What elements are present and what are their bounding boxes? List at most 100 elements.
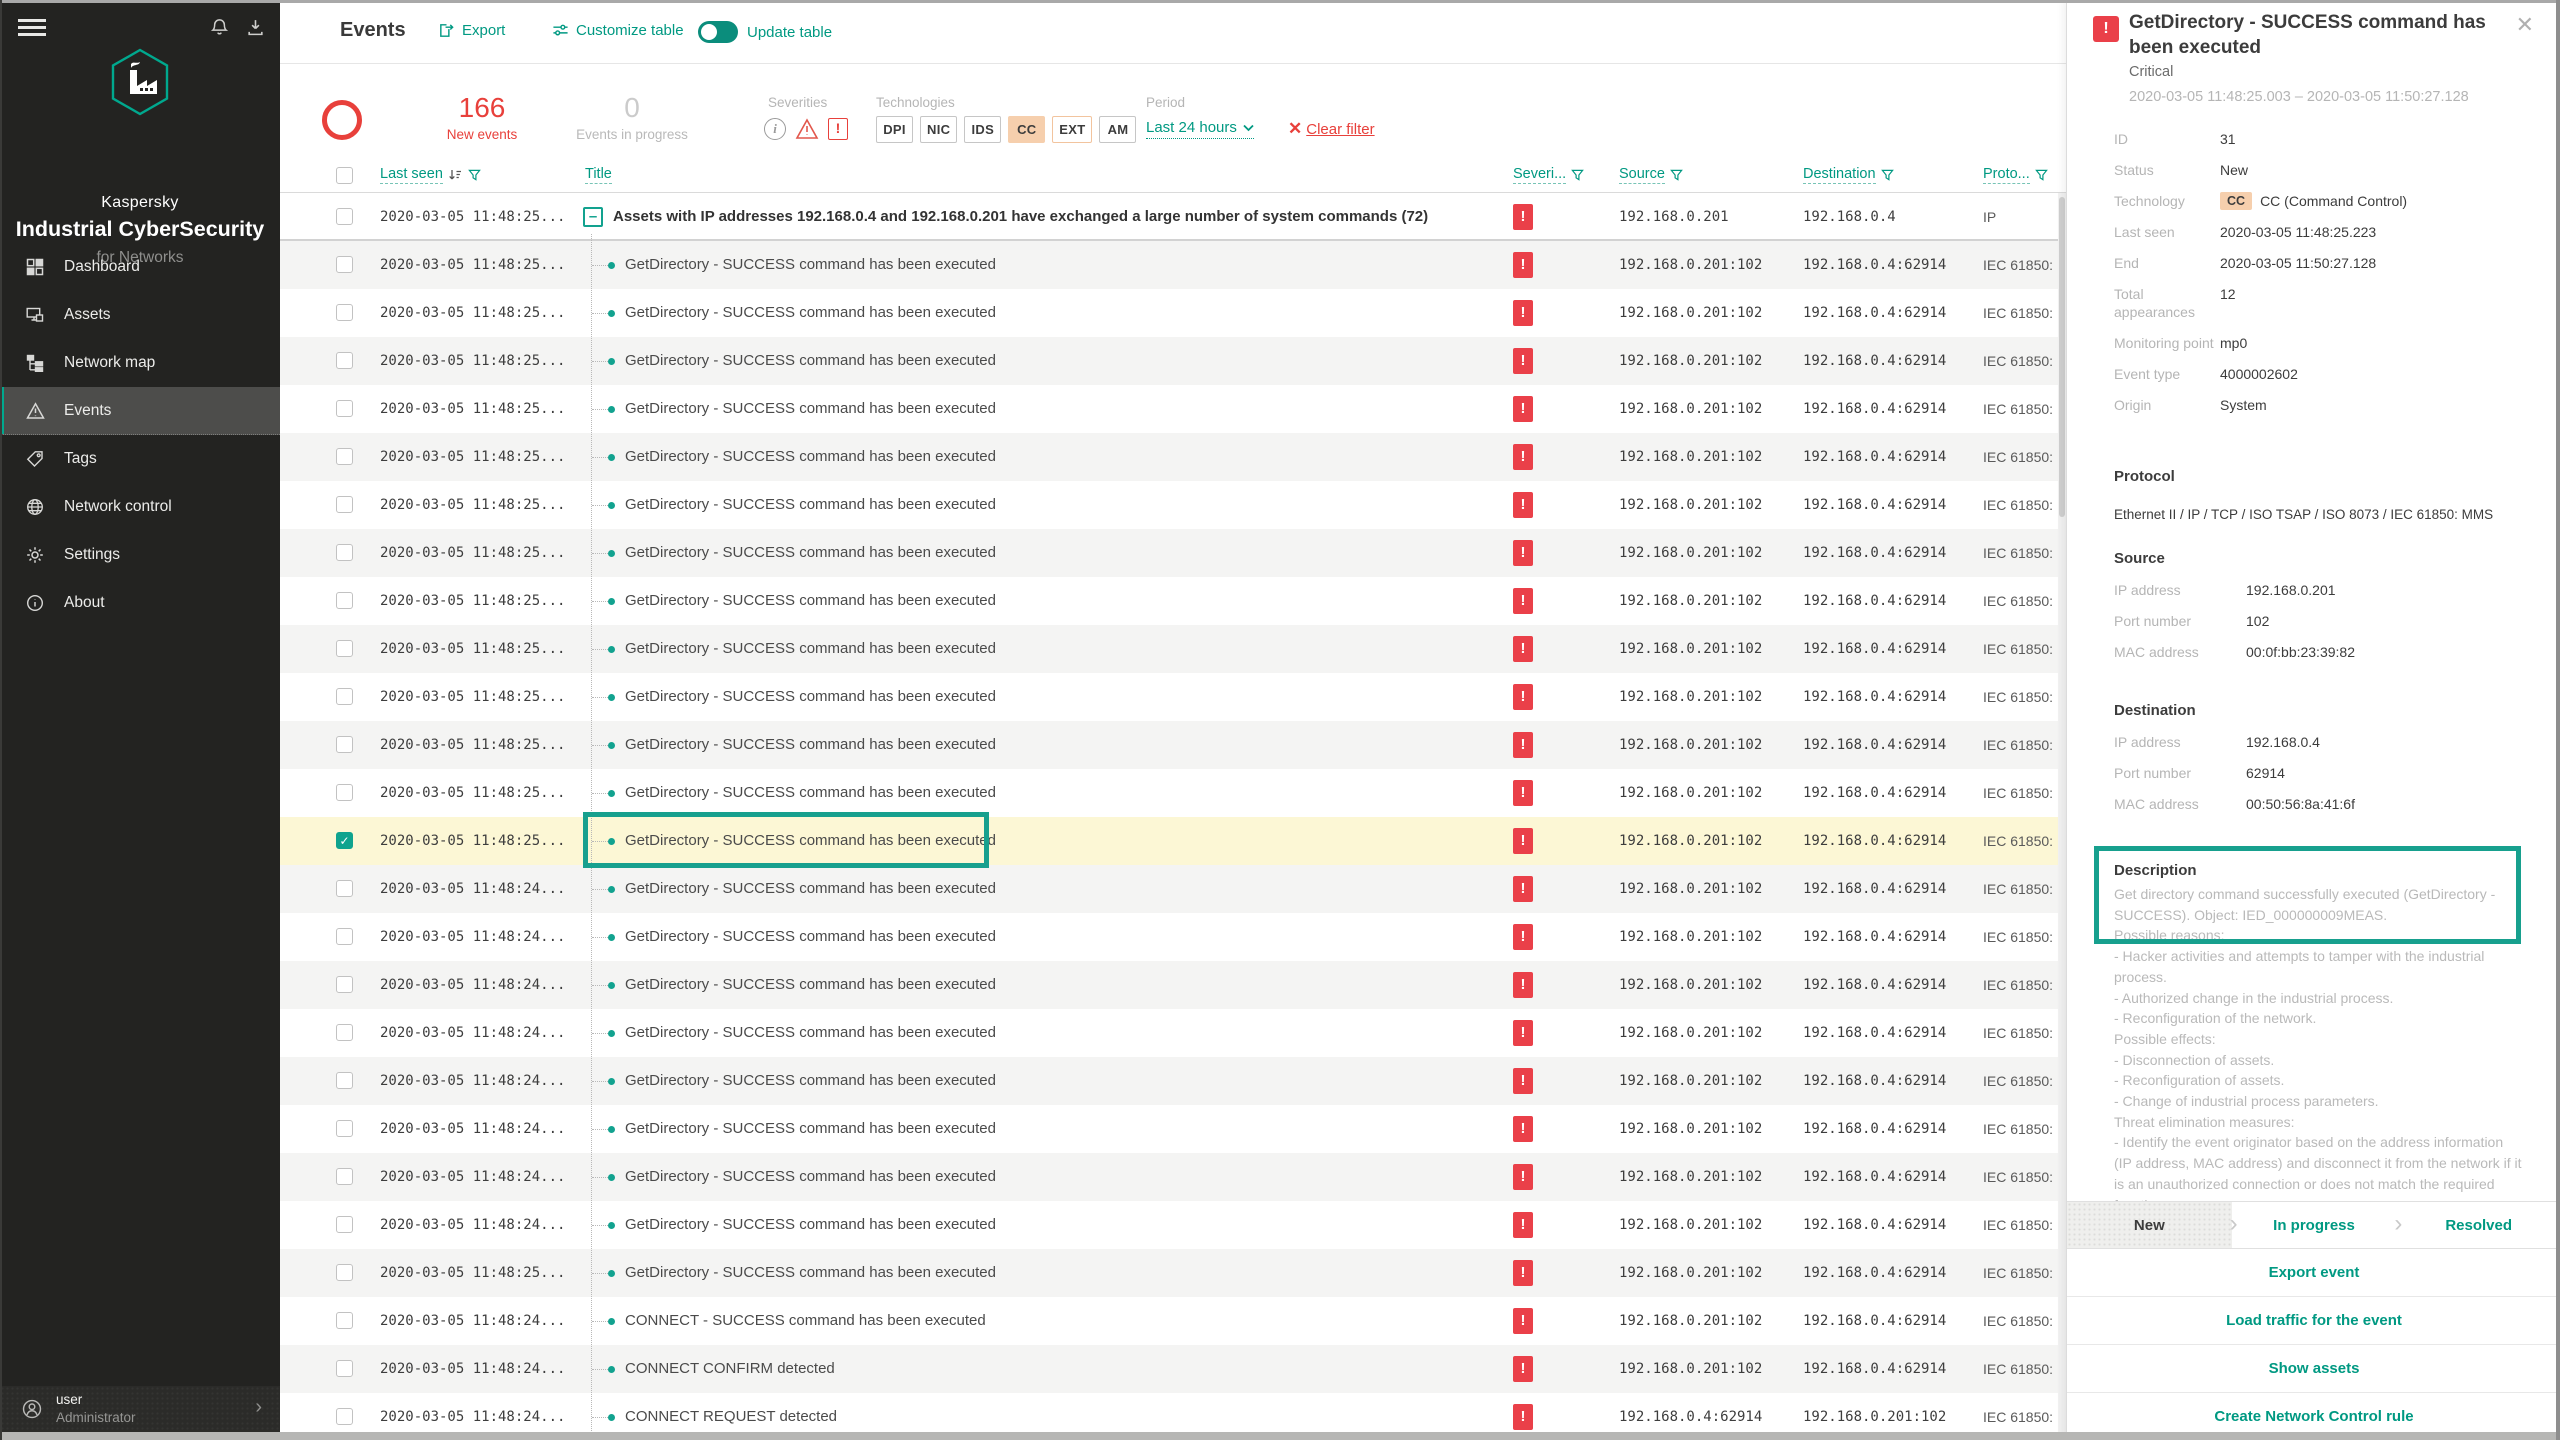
window-scrollbar-bottom[interactable]: [0, 1432, 2560, 1440]
row-checkbox[interactable]: [336, 1408, 353, 1425]
column-title[interactable]: Title: [585, 166, 612, 184]
technology-badge-cc[interactable]: CC: [1008, 116, 1045, 143]
row-checkbox[interactable]: [336, 256, 353, 273]
action-button-export-event[interactable]: Export event: [2067, 1249, 2560, 1297]
status-tab-resolved[interactable]: Resolved: [2396, 1202, 2560, 1248]
filter-funnel-icon[interactable]: [2035, 169, 2048, 182]
filter-funnel-icon[interactable]: [1670, 169, 1683, 182]
table-row[interactable]: 2020-03-05 11:48:24...GetDirectory - SUC…: [280, 1009, 2066, 1057]
toggle-switch-icon[interactable]: [698, 21, 738, 43]
column-severity[interactable]: Severi...: [1513, 166, 1584, 184]
row-checkbox[interactable]: [336, 784, 353, 801]
table-row[interactable]: 2020-03-05 11:48:24...GetDirectory - SUC…: [280, 1153, 2066, 1201]
severity-critical-icon[interactable]: !: [828, 118, 848, 140]
customize-table-button[interactable]: Customize table: [552, 22, 684, 39]
technology-badge-dpi[interactable]: DPI: [876, 116, 913, 143]
sort-descending-icon[interactable]: [448, 168, 463, 183]
table-row[interactable]: 2020-03-05 11:48:25...GetDirectory - SUC…: [280, 337, 2066, 385]
table-row[interactable]: 2020-03-05 11:48:25...GetDirectory - SUC…: [280, 433, 2066, 481]
hamburger-menu-icon[interactable]: [18, 19, 46, 37]
technology-badge-ids[interactable]: IDS: [964, 116, 1001, 143]
sidebar-item-tags[interactable]: Tags: [0, 435, 280, 483]
row-checkbox[interactable]: ✓: [336, 832, 353, 849]
table-row[interactable]: 2020-03-05 11:48:24...GetDirectory - SUC…: [280, 1057, 2066, 1105]
table-row-group[interactable]: 2020-03-05 11:48:25...–Assets with IP ad…: [280, 193, 2066, 241]
table-row[interactable]: 2020-03-05 11:48:25...GetDirectory - SUC…: [280, 577, 2066, 625]
table-row[interactable]: ✓2020-03-05 11:48:25...GetDirectory - SU…: [280, 817, 2066, 865]
row-checkbox[interactable]: [336, 1072, 353, 1089]
table-row[interactable]: 2020-03-05 11:48:25...GetDirectory - SUC…: [280, 289, 2066, 337]
column-source[interactable]: Source: [1619, 166, 1683, 184]
table-row[interactable]: 2020-03-05 11:48:24...GetDirectory - SUC…: [280, 865, 2066, 913]
table-row[interactable]: 2020-03-05 11:48:24...CONNECT - SUCCESS …: [280, 1297, 2066, 1345]
row-checkbox[interactable]: [336, 1312, 353, 1329]
sidebar-item-events[interactable]: Events: [0, 387, 280, 435]
column-protocol[interactable]: Proto...: [1983, 166, 2048, 184]
row-checkbox[interactable]: [336, 352, 353, 369]
sidebar-item-network-map[interactable]: Network map: [0, 339, 280, 387]
row-checkbox[interactable]: [336, 1216, 353, 1233]
table-row[interactable]: 2020-03-05 11:48:25...GetDirectory - SUC…: [280, 769, 2066, 817]
select-all-checkbox[interactable]: [336, 167, 353, 184]
row-checkbox[interactable]: [336, 1360, 353, 1377]
row-checkbox[interactable]: [336, 304, 353, 321]
row-checkbox[interactable]: [336, 640, 353, 657]
collapse-group-toggle[interactable]: –: [583, 207, 603, 227]
download-icon[interactable]: [246, 18, 265, 37]
row-checkbox[interactable]: [336, 544, 353, 561]
technology-badge-am[interactable]: AM: [1099, 116, 1136, 143]
row-checkbox[interactable]: [336, 736, 353, 753]
filter-funnel-icon[interactable]: [468, 169, 481, 182]
column-destination[interactable]: Destination: [1803, 166, 1894, 184]
table-row[interactable]: 2020-03-05 11:48:24...GetDirectory - SUC…: [280, 961, 2066, 1009]
table-row[interactable]: 2020-03-05 11:48:24...CONNECT CONFIRM de…: [280, 1345, 2066, 1393]
sidebar-item-about[interactable]: About: [0, 579, 280, 627]
filter-funnel-icon[interactable]: [1881, 169, 1894, 182]
row-checkbox[interactable]: [336, 976, 353, 993]
table-row[interactable]: 2020-03-05 11:48:25...GetDirectory - SUC…: [280, 385, 2066, 433]
row-checkbox[interactable]: [336, 1024, 353, 1041]
table-row[interactable]: 2020-03-05 11:48:24...GetDirectory - SUC…: [280, 1201, 2066, 1249]
table-row[interactable]: 2020-03-05 11:48:25...GetDirectory - SUC…: [280, 529, 2066, 577]
row-checkbox[interactable]: [336, 400, 353, 417]
row-checkbox[interactable]: [336, 1168, 353, 1185]
table-row[interactable]: 2020-03-05 11:48:25...GetDirectory - SUC…: [280, 241, 2066, 289]
row-checkbox[interactable]: [336, 928, 353, 945]
sidebar-item-settings[interactable]: Settings: [0, 531, 280, 579]
table-row[interactable]: 2020-03-05 11:48:25...GetDirectory - SUC…: [280, 721, 2066, 769]
row-checkbox[interactable]: [336, 880, 353, 897]
row-checkbox[interactable]: [336, 448, 353, 465]
period-dropdown[interactable]: Last 24 hours: [1146, 119, 1254, 139]
sidebar-item-network-control[interactable]: Network control: [0, 483, 280, 531]
action-button-load-traffic-for-the-event[interactable]: Load traffic for the event: [2067, 1297, 2560, 1345]
user-account-item[interactable]: user Administrator ›: [0, 1386, 280, 1432]
severity-warning-icon[interactable]: [795, 118, 819, 140]
table-row[interactable]: 2020-03-05 11:48:25...GetDirectory - SUC…: [280, 673, 2066, 721]
sidebar-item-assets[interactable]: Assets: [0, 291, 280, 339]
update-table-toggle[interactable]: Update table: [698, 21, 832, 43]
table-row[interactable]: 2020-03-05 11:48:25...GetDirectory - SUC…: [280, 1249, 2066, 1297]
row-checkbox[interactable]: [336, 592, 353, 609]
technology-badge-ext[interactable]: EXT: [1052, 116, 1092, 143]
sidebar-item-dashboard[interactable]: Dashboard: [0, 243, 280, 291]
row-checkbox[interactable]: [336, 1264, 353, 1281]
row-checkbox[interactable]: [336, 496, 353, 513]
column-last-seen[interactable]: Last seen: [380, 166, 481, 184]
status-tab-new[interactable]: New: [2067, 1202, 2232, 1248]
table-vertical-scrollbar[interactable]: [2058, 193, 2066, 1432]
table-row[interactable]: 2020-03-05 11:48:25...GetDirectory - SUC…: [280, 481, 2066, 529]
row-checkbox[interactable]: [336, 208, 353, 225]
table-row[interactable]: 2020-03-05 11:48:24...GetDirectory - SUC…: [280, 1105, 2066, 1153]
notifications-bell-icon[interactable]: [210, 18, 229, 37]
row-checkbox[interactable]: [336, 688, 353, 705]
severity-info-icon[interactable]: i: [764, 118, 786, 140]
status-tab-in-progress[interactable]: In progress: [2232, 1202, 2397, 1248]
filter-funnel-icon[interactable]: [1571, 169, 1584, 182]
technology-badge-nic[interactable]: NIC: [920, 116, 957, 143]
export-button[interactable]: Export: [438, 22, 505, 39]
row-checkbox[interactable]: [336, 1120, 353, 1137]
table-row[interactable]: 2020-03-05 11:48:24...GetDirectory - SUC…: [280, 913, 2066, 961]
table-row[interactable]: 2020-03-05 11:48:25...GetDirectory - SUC…: [280, 625, 2066, 673]
action-button-show-assets[interactable]: Show assets: [2067, 1345, 2560, 1393]
clear-filter-button[interactable]: ✕ Clear filter: [1288, 119, 1375, 139]
